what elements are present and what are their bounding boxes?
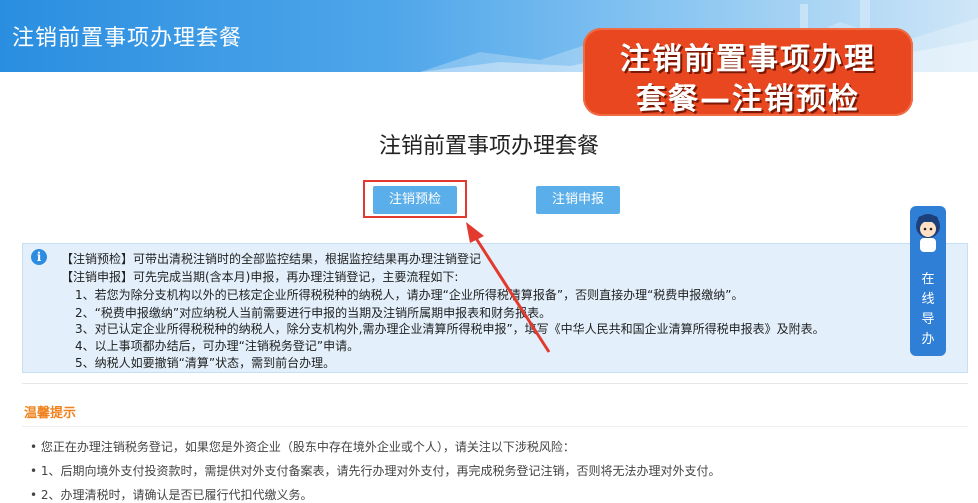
info-line: 2、“税费申报缴纳”对应纳税人当前需要进行申报的当期及注销所属期申报表和财务报表…: [75, 306, 552, 320]
page-title: 注销前置事项办理套餐: [378, 134, 599, 159]
info-line: 5、纳税人如要撤销“清算”状态，需到前台办理。: [75, 356, 336, 370]
online-guide-char: 办: [921, 332, 935, 347]
info-line: 1、若您为除分支机构以外的已核定企业所得税税种的纳税人，请办理“企业所得税清算报…: [75, 288, 744, 302]
tips-divider: [22, 426, 968, 427]
info-line: 【注销预检】可带出清税注销时的全部监控结果，根据监控结果再办理注销登记: [61, 252, 482, 266]
tip-line: • 1、后期向境外支付投资款时，需提供对外支付备案表，请先行办理对外支付，再完成…: [30, 464, 721, 478]
guide-avatar-icon: [916, 214, 940, 252]
tips-title: 温馨提示: [24, 406, 77, 421]
online-guide-label: 在 线 导 办: [910, 270, 946, 350]
online-guide-char: 导: [921, 312, 935, 327]
online-guide-char: 线: [921, 292, 935, 307]
info-line: 【注销申报】可先完成当期(含本月)申报，再办理注销登记，主要流程如下:: [61, 270, 459, 284]
divider: [22, 383, 968, 384]
header-title: 注销前置事项办理套餐: [12, 26, 243, 51]
overlay-caption: 注销前置事项办理 套餐—注销预检: [583, 28, 913, 117]
online-guide-char: 在: [921, 272, 935, 287]
overlay-caption-line1: 注销前置事项办理: [620, 42, 876, 77]
info-line: 4、以上事项都办结后，可办理“注销税务登记”申请。: [75, 339, 360, 353]
tip-line: • 2、办理清税时，请确认是否已履行代扣代缴义务。: [30, 488, 313, 502]
info-icon: i: [31, 249, 47, 265]
tip-line: • 您正在办理注销税务登记，如果您是外资企业（股东中存在境外企业或个人），请关注…: [30, 440, 575, 454]
overlay-caption-line2: 套餐—注销预检: [636, 82, 860, 117]
highlight-frame: [363, 180, 467, 218]
info-line: 3、对已认定企业所得税税种的纳税人，除分支机构外,需办理企业清算所得税申报”，填…: [75, 322, 825, 336]
declare-button[interactable]: 注销申报: [536, 186, 620, 214]
online-guide-widget[interactable]: 在 线 导 办: [910, 206, 946, 356]
